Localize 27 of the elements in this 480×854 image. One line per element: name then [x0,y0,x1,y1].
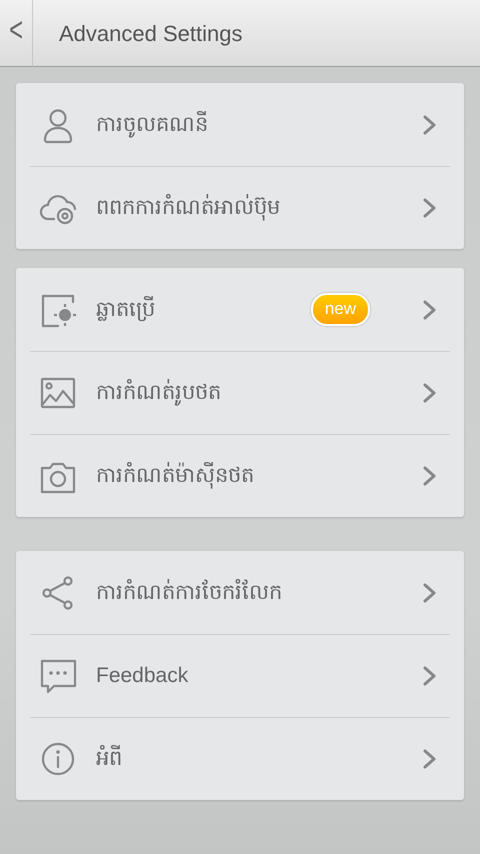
row-label: អំពី [96,744,123,772]
settings-row[interactable]: ការចូលគណនី [30,83,450,166]
chevron-icon [422,382,438,404]
chevron-icon [422,582,438,604]
row-label: Feedback [96,663,190,690]
row-label: ការចូលគណនី [96,110,209,140]
chevron-icon [422,748,438,770]
new-badge: new [310,293,370,326]
settings-row[interactable]: ពពកការកំណត់អាល់ប៊ុម [30,166,450,249]
row-label: ពពកការកំណត់អាល់ប៊ុម [96,193,281,223]
chevron-icon [422,114,438,136]
settings-row[interactable]: ការកំណត់ម៉ាស៊ីនថត [30,434,450,517]
chevron-icon [422,197,438,219]
row-label: ការកំណត់រូបថត [96,378,222,408]
settings-row[interactable]: ការកំណត់ការចែករំលែក [30,551,450,634]
chevron-icon [422,665,438,687]
settings-row[interactable]: Feedback [30,634,450,717]
row-label: ការកំណត់ការចែករំលែក [96,578,283,606]
chevron-icon [422,465,438,487]
settings-row[interactable]: ការកំណត់រូបថត [30,351,450,434]
page-title: Advanced Settings [59,20,242,48]
row-label: ការកំណត់ម៉ាស៊ីនថត [96,461,255,491]
chevron-icon [422,298,438,320]
row-label: ឆ្លាតប្រើ [96,295,156,324]
settings-row[interactable]: ឆ្លាតប្រើ new [30,268,450,351]
settings-row[interactable]: អំពី [30,717,450,800]
back-button[interactable]: < [0,0,33,66]
